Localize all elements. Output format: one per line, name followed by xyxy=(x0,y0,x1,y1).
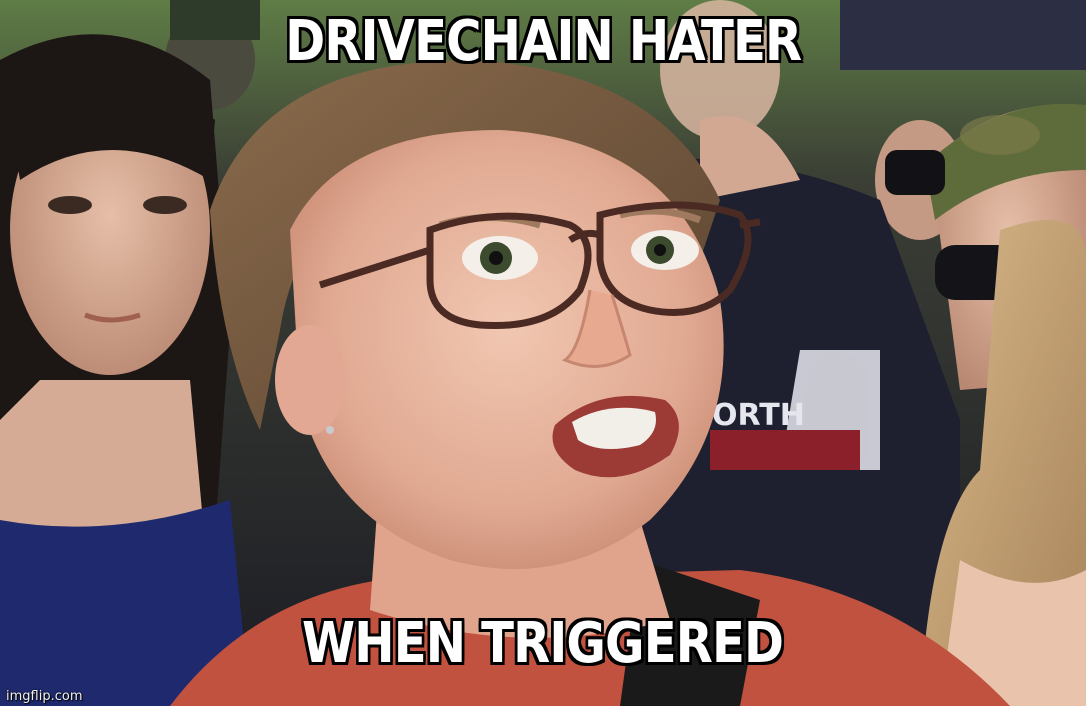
imgflip-watermark: imgflip.com xyxy=(6,689,83,704)
top-caption: DRIVECHAIN HATER xyxy=(285,9,802,74)
crowd-photo: ORTH xyxy=(0,0,1086,706)
svg-text:ORTH: ORTH xyxy=(712,398,805,433)
bottom-caption: WHEN TRIGGERED xyxy=(302,611,784,676)
meme-image: ORTH DRIVECHAIN HATER WHEN TRIGGERED img… xyxy=(0,0,1086,706)
